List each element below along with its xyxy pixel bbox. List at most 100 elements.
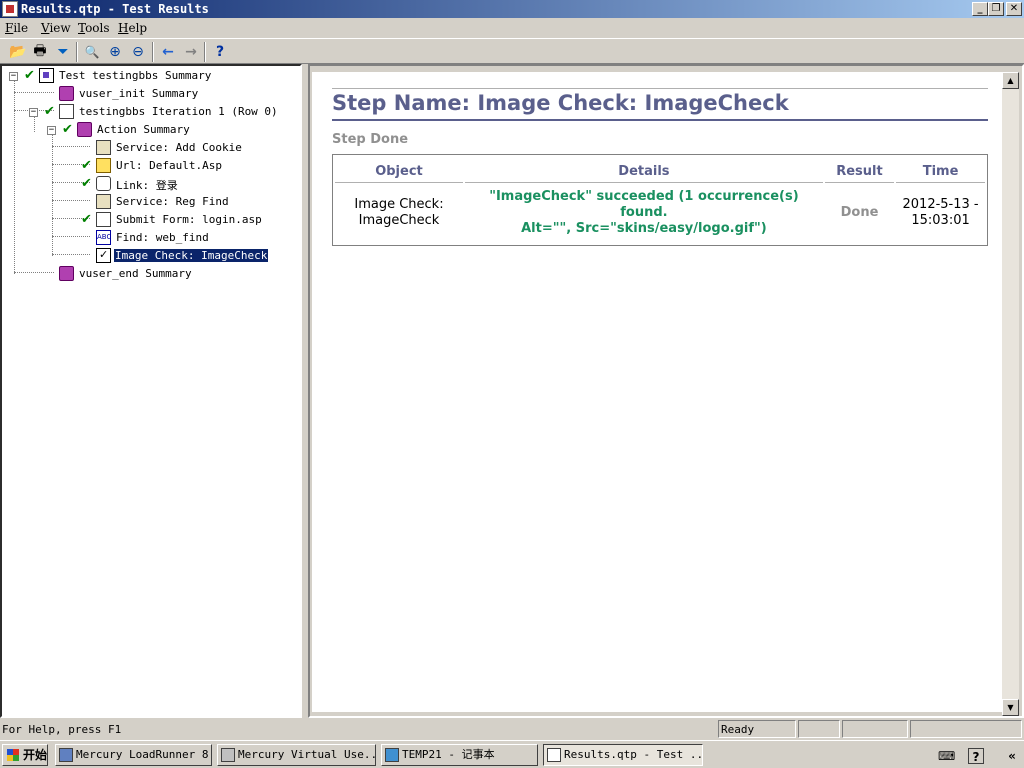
link-icon xyxy=(96,176,111,191)
pass-check-icon: ✔ xyxy=(44,104,55,119)
tree-node-label: Link: 登录 xyxy=(116,179,178,192)
step-details-pane: Step Name: Image Check: ImageCheck Step … xyxy=(308,64,1024,718)
pass-check-icon: ✔ xyxy=(81,176,92,191)
app-icon[interactable] xyxy=(2,1,18,17)
open-icon[interactable]: 📂 xyxy=(8,42,28,62)
toolbar-separator xyxy=(152,42,154,62)
help-icon[interactable]: ? xyxy=(210,42,230,62)
tree-node-label: Url: Default.Asp xyxy=(116,159,222,172)
tree-node-test-summary[interactable]: − ✔ Test testingbbs Summary xyxy=(2,68,302,84)
start-button[interactable]: 开始 xyxy=(2,744,48,766)
zoom-out-icon[interactable]: ⊖ xyxy=(128,42,148,62)
column-header-details: Details xyxy=(464,157,823,183)
print-icon[interactable]: 🖶 xyxy=(30,42,50,62)
keyboard-icon[interactable]: ⌨ xyxy=(938,748,955,764)
tree-node-label: Service: Add Cookie xyxy=(116,141,242,154)
column-header-time: Time xyxy=(896,157,985,183)
taskbar-item-vugen[interactable]: Mercury Virtual Use... xyxy=(217,744,376,766)
tree-node-step[interactable]: ✔ Url: Default.Asp xyxy=(2,158,302,174)
back-icon[interactable]: ← xyxy=(158,42,178,62)
tree-node-label: Find: web_find xyxy=(116,231,209,244)
action-summary-icon xyxy=(77,122,92,137)
pass-check-icon: ✔ xyxy=(81,158,92,173)
tree-node-step[interactable]: Service: Add Cookie xyxy=(2,140,302,156)
status-state: Ready xyxy=(718,720,796,738)
cell-details: "ImageCheck" succeeded (1 occurrence(s) … xyxy=(489,189,799,236)
tree-node-vuser-end[interactable]: vuser_end Summary xyxy=(2,266,302,282)
zoom-in-icon[interactable]: ⊕ xyxy=(105,42,125,62)
taskbar-item-results[interactable]: Results.qtp - Test ... xyxy=(543,744,703,766)
scroll-down-button[interactable]: ▼ xyxy=(1002,699,1019,716)
taskbar-item-notepad[interactable]: TEMP21 - 记事本 xyxy=(381,744,538,766)
tree-node-iteration[interactable]: − ✔ testingbbs Iteration 1 (Row 0) xyxy=(2,104,302,120)
notepad-icon xyxy=(385,748,399,762)
close-button[interactable]: ✕ xyxy=(1006,2,1022,16)
toolbar-separator xyxy=(76,42,78,62)
taskbar-item-loadrunner[interactable]: Mercury LoadRunner 8.1 xyxy=(55,744,212,766)
tree-node-label: vuser_init Summary xyxy=(79,87,199,100)
collapse-toggle[interactable]: − xyxy=(47,126,56,135)
step-status: Step Done xyxy=(332,132,409,147)
menu-tools[interactable]: Tools xyxy=(78,21,110,35)
tree-node-step[interactable]: ABC Find: web_find xyxy=(2,230,302,246)
tree-node-step[interactable]: ✔ Submit Form: login.asp xyxy=(2,212,302,228)
pass-check-icon: ✔ xyxy=(81,212,92,227)
pass-check-icon: ✔ xyxy=(62,122,73,137)
tree-node-step[interactable]: Service: Reg Find xyxy=(2,194,302,210)
collapse-toggle[interactable]: − xyxy=(9,72,18,81)
status-panel xyxy=(798,720,840,738)
table-row: Image Check: ImageCheck "ImageCheck" succ… xyxy=(335,185,985,243)
menu-bar: File View Tools Help xyxy=(0,18,1024,38)
image-check-icon xyxy=(96,248,111,263)
cell-time: 2012-5-13 -15:03:01 xyxy=(902,197,979,228)
status-panel xyxy=(910,720,1022,738)
tree-node-step[interactable]: Image Check: ImageCheck xyxy=(2,248,302,264)
menu-help[interactable]: Help xyxy=(118,21,147,35)
vertical-scrollbar[interactable]: ▲ ▼ xyxy=(1002,72,1019,716)
tree-node-label: Action Summary xyxy=(97,123,190,136)
windows-logo-icon xyxy=(7,749,19,761)
cell-object: Image Check: ImageCheck xyxy=(354,197,444,228)
status-help-text: For Help, press F1 xyxy=(2,723,122,736)
status-bar: For Help, press F1 Ready xyxy=(0,718,1024,740)
iteration-icon xyxy=(59,104,74,119)
pass-check-icon: ✔ xyxy=(24,68,35,83)
expand-tray-icon[interactable]: « xyxy=(1004,748,1020,764)
step-name-heading: Step Name: Image Check: ImageCheck xyxy=(332,88,988,121)
help-icon[interactable]: ? xyxy=(968,748,984,764)
vugen-icon xyxy=(221,748,235,762)
test-document-icon xyxy=(39,68,54,83)
tree-node-label: testingbbs Iteration 1 (Row 0) xyxy=(79,105,278,118)
tree-node-label: Service: Reg Find xyxy=(116,195,229,208)
service-icon xyxy=(96,194,111,209)
service-icon xyxy=(96,140,111,155)
submit-form-icon xyxy=(96,212,111,227)
scroll-up-button[interactable]: ▲ xyxy=(1002,72,1019,89)
menu-view[interactable]: View xyxy=(41,21,71,35)
minimize-button[interactable]: _ xyxy=(972,2,988,16)
title-bar[interactable]: Results.qtp - Test Results _ ❐ ✕ xyxy=(0,0,1024,18)
status-panel xyxy=(842,720,908,738)
cell-result: Done xyxy=(840,205,879,220)
results-icon xyxy=(547,748,561,762)
maximize-button[interactable]: ❐ xyxy=(988,2,1004,16)
tree-node-label: vuser_end Summary xyxy=(79,267,192,280)
results-tree[interactable]: − ✔ Test testingbbs Summary vuser_init S… xyxy=(0,64,302,718)
text-check-icon: ABC xyxy=(96,230,111,245)
tree-node-step[interactable]: ✔ Link: 登录 xyxy=(2,176,302,192)
collapse-toggle[interactable]: − xyxy=(29,108,38,117)
tree-node-label: Test testingbbs Summary xyxy=(59,69,212,82)
tree-node-label: Submit Form: login.asp xyxy=(116,213,262,226)
find-icon[interactable]: 🔍 xyxy=(82,42,102,62)
column-header-result: Result xyxy=(824,157,895,183)
action-summary-icon xyxy=(59,266,74,281)
results-table: Object Details Result Time Image Check: I… xyxy=(332,154,988,246)
forward-icon[interactable]: → xyxy=(181,42,201,62)
system-tray: ⌨ ? « xyxy=(930,744,1022,766)
tree-node-action-summary[interactable]: − ✔ Action Summary xyxy=(2,122,302,138)
filter-icon[interactable]: ⏷ xyxy=(53,42,73,62)
tree-node-vuser-init[interactable]: vuser_init Summary xyxy=(2,86,302,102)
loadrunner-icon xyxy=(59,748,73,762)
menu-file[interactable]: File xyxy=(5,21,28,35)
action-summary-icon xyxy=(59,86,74,101)
